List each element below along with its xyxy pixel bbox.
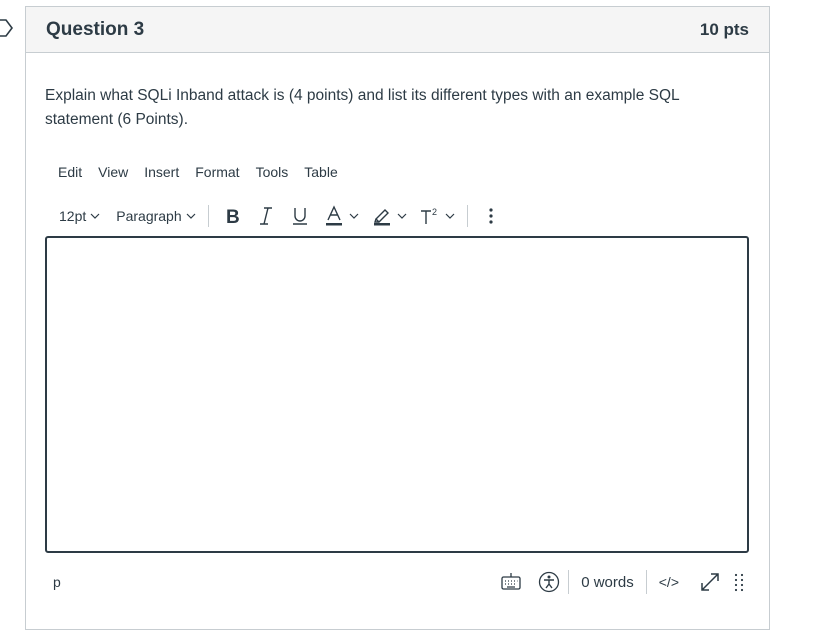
editor-statusbar: p 0 words </> xyxy=(45,567,749,597)
toolbar-divider xyxy=(466,205,468,227)
chevron-down-icon xyxy=(445,213,455,219)
menu-view[interactable]: View xyxy=(90,164,136,180)
svg-text:B: B xyxy=(226,207,240,227)
chevron-down-icon xyxy=(349,213,359,219)
text-color-button[interactable] xyxy=(317,199,365,233)
block-format-select[interactable]: Paragraph xyxy=(110,199,201,233)
block-format-value: Paragraph xyxy=(116,208,182,224)
superscript-icon: 2 xyxy=(420,207,437,224)
highlighter-icon xyxy=(373,209,390,226)
flag-icon[interactable] xyxy=(0,19,14,37)
italic-icon xyxy=(259,207,272,225)
accessibility-icon xyxy=(539,571,560,593)
chevron-down-icon xyxy=(397,213,407,219)
vertical-ellipsis-icon xyxy=(489,208,493,224)
question-header: Question 3 10 pts xyxy=(26,7,769,53)
underline-button[interactable] xyxy=(283,199,317,233)
resize-handle[interactable] xyxy=(729,567,749,597)
toolbar-divider xyxy=(207,205,209,227)
keyboard-icon xyxy=(501,573,521,590)
menu-insert[interactable]: Insert xyxy=(136,164,187,180)
editor-toolbar: 12pt Paragraph B 2 xyxy=(53,199,508,233)
menu-table[interactable]: Table xyxy=(296,164,345,180)
menu-tools[interactable]: Tools xyxy=(248,164,297,180)
menu-format[interactable]: Format xyxy=(187,164,247,180)
question-points: 10 pts xyxy=(699,19,749,39)
svg-text:2: 2 xyxy=(432,207,437,217)
accessibility-checker-button[interactable] xyxy=(530,567,568,597)
editor-menubar: Edit View Insert Format Tools Table xyxy=(57,164,346,180)
question-title: Question 3 xyxy=(46,18,145,40)
chevron-down-icon xyxy=(186,213,196,219)
expand-icon xyxy=(701,573,719,591)
bold-icon: B xyxy=(226,207,240,227)
html-editor-toggle[interactable]: </> xyxy=(647,567,691,597)
underline-icon xyxy=(292,208,307,225)
fullscreen-button[interactable] xyxy=(691,567,729,597)
question-card: Question 3 10 pts Explain what SQLi Inba… xyxy=(25,6,770,630)
rich-text-editor-area[interactable] xyxy=(45,236,749,553)
font-size-select[interactable]: 12pt xyxy=(53,199,106,233)
superscript-button[interactable]: 2 xyxy=(413,199,461,233)
font-size-value: 12pt xyxy=(59,208,87,224)
question-text: Explain what SQLi Inband attack is (4 po… xyxy=(45,87,680,128)
word-count[interactable]: 0 words xyxy=(569,567,646,597)
element-path[interactable]: p xyxy=(53,574,492,590)
chevron-down-icon xyxy=(90,213,100,219)
drag-handle-icon xyxy=(734,573,744,592)
highlight-color-button[interactable] xyxy=(365,199,413,233)
keyboard-shortcuts-button[interactable] xyxy=(492,567,530,597)
more-options-button[interactable] xyxy=(474,199,508,233)
menu-edit[interactable]: Edit xyxy=(57,164,90,180)
italic-button[interactable] xyxy=(249,199,283,233)
bold-button[interactable]: B xyxy=(215,199,249,233)
text-color-icon xyxy=(325,205,342,226)
